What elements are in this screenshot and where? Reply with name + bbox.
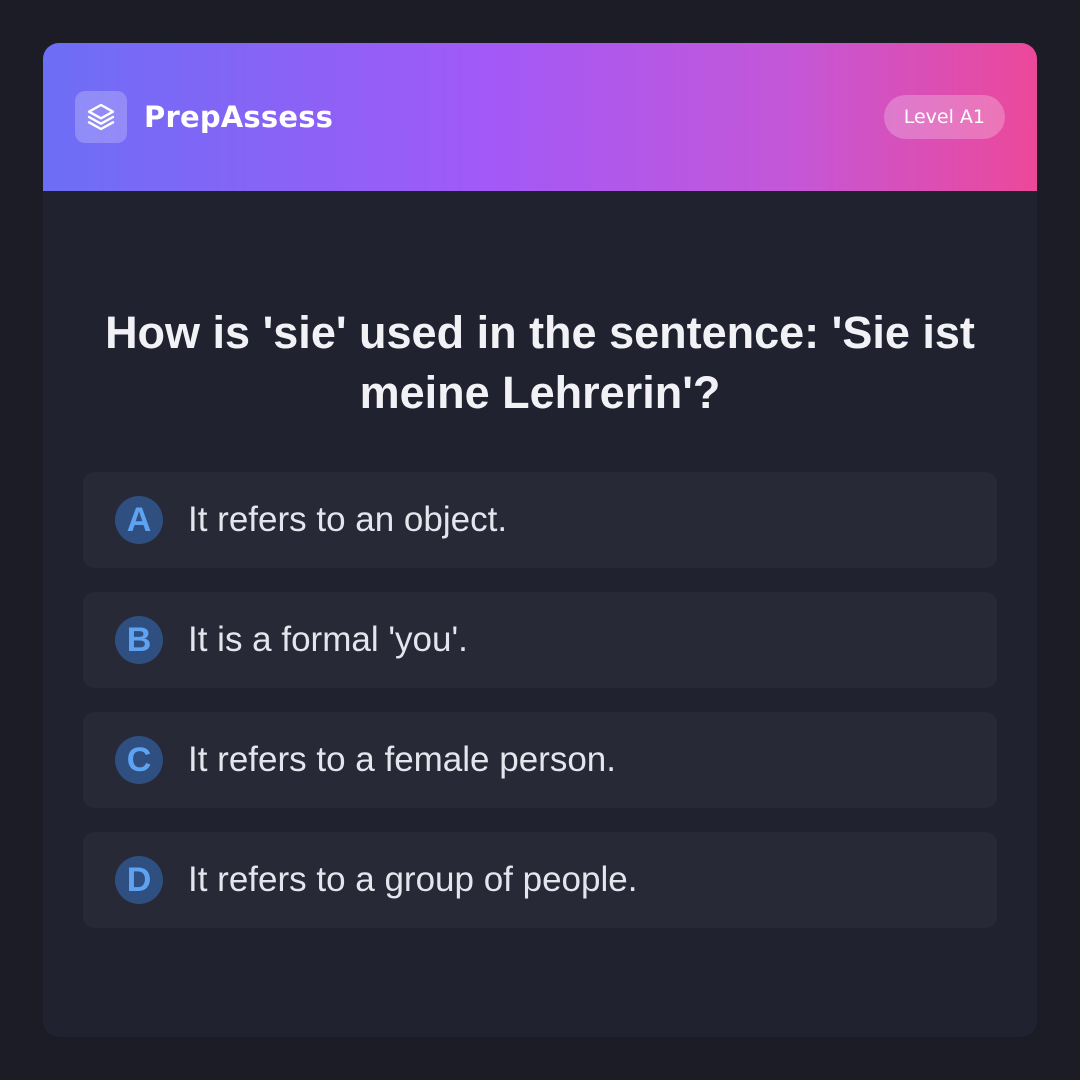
option-letter-badge: A [115,496,163,544]
option-d[interactable]: D It refers to a group of people. [83,832,997,928]
question-text: How is 'sie' used in the sentence: 'Sie … [105,307,975,418]
brand-name: PrepAssess [144,100,334,134]
quiz-card: PrepAssess Level A1 How is 'sie' used in… [43,43,1037,1037]
option-text: It is a formal 'you'. [188,620,468,659]
option-letter-badge: B [115,616,163,664]
brand: PrepAssess [75,91,333,143]
option-a[interactable]: A It refers to an object. [83,472,997,568]
header: PrepAssess Level A1 [43,43,1037,191]
option-text: It refers to a female person. [188,740,616,779]
option-letter-badge: C [115,736,163,784]
layers-icon [75,91,127,143]
answer-options: A It refers to an object. B It is a form… [43,472,1037,928]
option-text: It refers to an object. [188,500,508,539]
option-letter-badge: D [115,856,163,904]
option-c[interactable]: C It refers to a female person. [83,712,997,808]
option-b[interactable]: B It is a formal 'you'. [83,592,997,688]
option-text: It refers to a group of people. [188,860,638,899]
level-badge: Level A1 [883,95,1005,139]
